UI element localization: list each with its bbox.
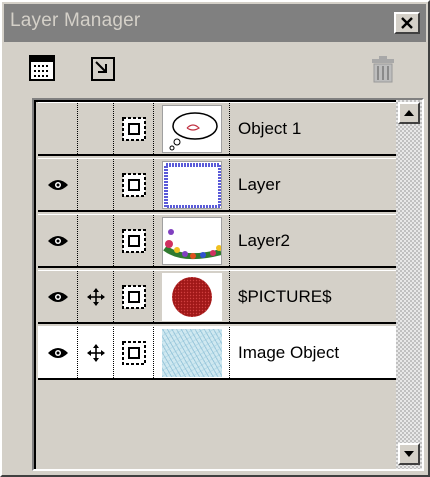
toolbar [4,48,426,90]
new-layer-icon [29,55,55,81]
move-toggle[interactable] [78,327,114,378]
layer-mask-icon [121,340,146,365]
layer-name-cell[interactable]: Layer [230,159,396,210]
layer-name: Object 1 [238,118,302,138]
mask-toggle[interactable] [114,159,154,210]
eye-icon [47,291,68,302]
move-toggle[interactable] [78,215,114,266]
arrow-down-icon [404,451,414,457]
mask-toggle[interactable] [114,327,154,378]
layer-thumbnail-cell[interactable] [154,271,230,322]
new-layer-button[interactable] [28,54,58,84]
layer-name: Image Object [238,342,340,362]
layer-name: Layer [238,174,281,194]
close-icon [401,17,413,29]
mask-toggle[interactable] [114,271,154,322]
blue-frame-thumbnail [161,160,222,209]
layer-list[interactable]: Object 1 Layer Layer2 $PICTURE$ Image Ob… [32,98,424,471]
layer-name: $PICTURE$ [238,286,332,306]
mask-toggle[interactable] [114,103,154,154]
visibility-toggle[interactable] [38,159,78,210]
layer-manager-window: Layer Manager Object 1 Layer Layer2 $PIC… [0,0,430,477]
layer-thumbnail-cell[interactable] [154,215,230,266]
visibility-toggle[interactable] [38,103,78,154]
eye-icon [47,235,68,246]
visibility-toggle[interactable] [38,215,78,266]
flower-garland-thumbnail [161,216,222,265]
layer-name-cell[interactable]: Layer2 [230,215,396,266]
move-toggle[interactable] [78,103,114,154]
layer-name-cell[interactable]: $PICTURE$ [230,271,396,322]
mask-toggle[interactable] [114,215,154,266]
layer-list-rows: Object 1 Layer Layer2 $PICTURE$ Image Ob… [34,100,396,469]
close-button[interactable] [394,12,420,34]
vertical-scrollbar[interactable] [396,100,422,469]
layer-mask-icon [121,116,146,141]
trash-icon [372,56,394,83]
visibility-toggle[interactable] [38,271,78,322]
layer-row[interactable]: $PICTURE$ [38,270,396,324]
window-title: Layer Manager [10,10,141,31]
layer-mask-icon [121,228,146,253]
layer-name-cell[interactable]: Image Object [230,327,396,378]
eye-icon [47,347,68,358]
move-toggle[interactable] [78,271,114,322]
red-ball-thumbnail [161,272,222,321]
thought-bubble-thumbnail [161,104,222,153]
blue-texture-thumbnail [161,328,222,377]
move-icon [86,343,105,362]
layer-row[interactable]: Layer [38,158,396,212]
eye-icon [47,179,68,190]
layer-thumbnail-cell[interactable] [154,159,230,210]
resize-layer-button[interactable] [88,54,118,84]
title-bar[interactable]: Layer Manager [4,4,426,42]
layer-thumbnail-cell[interactable] [154,103,230,154]
move-toggle[interactable] [78,159,114,210]
scroll-down-button[interactable] [398,443,420,465]
resize-layer-icon [91,57,115,81]
layer-mask-icon [121,284,146,309]
scroll-up-button[interactable] [398,102,420,124]
delete-layer-button[interactable] [368,54,398,84]
layer-row-selected[interactable]: Image Object [38,326,396,380]
layer-row[interactable]: Layer2 [38,214,396,268]
layer-name: Layer2 [238,230,290,250]
layer-mask-icon [121,172,146,197]
layer-thumbnail-cell[interactable] [154,327,230,378]
visibility-toggle[interactable] [38,327,78,378]
move-icon [86,287,105,306]
arrow-up-icon [404,110,414,116]
layer-name-cell[interactable]: Object 1 [230,103,396,154]
layer-row[interactable]: Object 1 [38,102,396,156]
